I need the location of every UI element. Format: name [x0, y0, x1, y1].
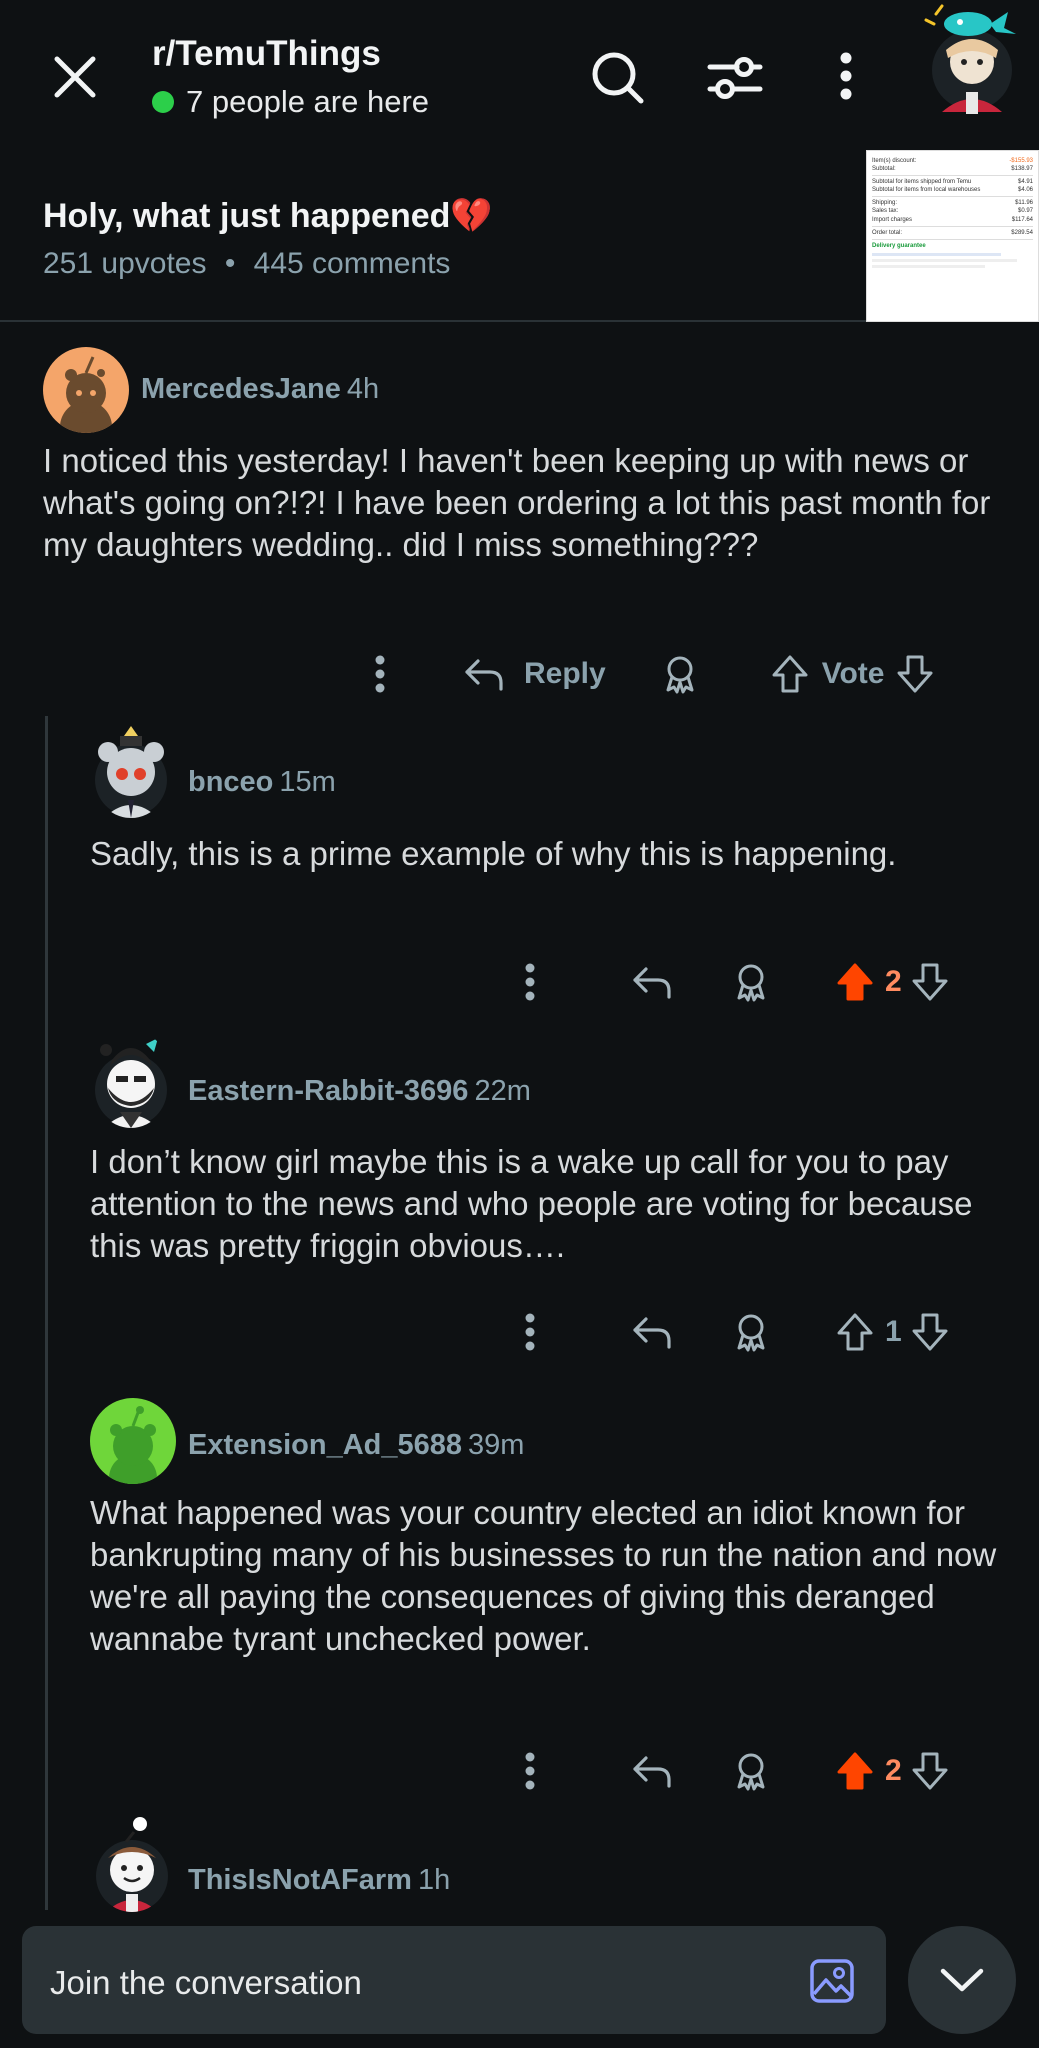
online-count: 7 people are here [152, 84, 429, 120]
post-comment-count: 445 comments [253, 247, 451, 280]
comment-header: MercedesJane 4h [141, 373, 379, 406]
online-status-dot [152, 91, 174, 113]
comment-username[interactable]: Extension_Ad_5688 [188, 1429, 462, 1461]
thumbnail-row: Shipping: $11.96 [872, 199, 1033, 207]
thumbnail-row-label: Order total: [872, 229, 903, 236]
thumbnail-row: Subtotal for items shipped from Temu $4.9… [872, 178, 1033, 186]
thumbnail-row: Order total: $289.54 [872, 229, 1033, 237]
award-icon[interactable] [729, 956, 773, 1008]
award-icon[interactable] [729, 1745, 773, 1797]
more-vertical-icon[interactable] [513, 956, 547, 1008]
comment-username[interactable]: bnceo [188, 766, 273, 798]
upvote-icon[interactable] [833, 1306, 877, 1358]
thumbnail-receipt: Item(s) discount: -$155.93 Subtotal: $138.9… [872, 157, 1033, 237]
comment-header: Extension_Ad_5688 39m [188, 1429, 524, 1462]
more-vertical-icon[interactable] [826, 50, 866, 102]
avatar[interactable] [90, 1398, 176, 1484]
thumbnail-row-value: $289.54 [1011, 229, 1033, 236]
sort-filter-icon[interactable] [703, 48, 767, 108]
thumbnail-row-value: $0.97 [1017, 208, 1033, 215]
downvote-icon[interactable] [908, 1306, 952, 1358]
vote-count: 2 [885, 965, 902, 998]
comment-actions: 2 [513, 956, 952, 1008]
thumbnail-row-label: Sales tax: [872, 208, 899, 215]
comment-time: 1h [417, 1864, 451, 1896]
comment-time: 15m [279, 766, 336, 798]
thumbnail-row: Subtotal: $138.97 [872, 165, 1033, 173]
thumbnail-row-label: Subtotal for items from local warehouses [872, 187, 981, 194]
award-icon[interactable] [658, 648, 702, 700]
comment-header: ThisIsNotAFarm 1h [188, 1864, 450, 1897]
comment-time: 4h [346, 373, 380, 405]
comment-username[interactable]: ThisIsNotAFarm [188, 1864, 412, 1896]
thumbnail-row: Import charges $117.64 [872, 216, 1033, 224]
thumbnail-row-value: -$155.93 [1009, 158, 1033, 164]
vote-count: 2 [885, 1754, 902, 1787]
upvote-icon-active[interactable] [833, 1745, 877, 1797]
comment-username[interactable]: Eastern-Rabbit-3696 [188, 1075, 468, 1107]
close-icon[interactable] [44, 46, 106, 108]
thumbnail-guarantee: Delivery guarantee [872, 242, 926, 249]
thumbnail-row-value: $138.97 [1011, 166, 1033, 173]
thumbnail-row-value: $4.91 [1017, 179, 1033, 186]
comment-body: What happened was your country elected a… [90, 1494, 997, 1657]
post-upvotes: 251 upvotes [43, 247, 207, 280]
thumbnail-row-value: $117.64 [1011, 216, 1033, 223]
thumbnail-row: Item(s) discount: -$155.93 [872, 157, 1033, 165]
comment-time: 39m [468, 1429, 525, 1461]
award-icon[interactable] [729, 1306, 773, 1358]
comment-body: Sadly, this is a prime example of why th… [90, 835, 897, 872]
comment-header: Eastern-Rabbit-3696 22m [188, 1075, 531, 1108]
more-vertical-icon[interactable] [360, 648, 400, 700]
post-stats: 251 upvotes • 445 comments [43, 247, 450, 281]
comment-username[interactable]: MercedesJane [141, 373, 341, 405]
subreddit-name[interactable]: r/TemuThings [152, 34, 381, 74]
thumbnail-row-label: Subtotal: [872, 166, 896, 173]
reply-button[interactable]: Reply [524, 657, 606, 691]
comment-body: I noticed this yesterday! I haven't been… [43, 442, 991, 563]
more-vertical-icon[interactable] [513, 1745, 547, 1797]
upvote-icon[interactable] [768, 648, 812, 700]
comment-header: bnceo 15m [188, 766, 336, 799]
thumbnail-row-label: Subtotal for items shipped from Temu [872, 179, 972, 186]
comment-actions: 2 [513, 1745, 952, 1797]
comment-time: 22m [474, 1075, 531, 1107]
avatar[interactable] [90, 1812, 174, 1912]
downvote-icon[interactable] [908, 956, 952, 1008]
user-avatar[interactable] [916, 0, 1020, 118]
post-thumbnail[interactable]: Item(s) discount: -$155.93 Subtotal: $138.9… [866, 150, 1039, 322]
online-count-text: 7 people are here [186, 84, 430, 119]
avatar[interactable] [90, 1030, 172, 1128]
composer-placeholder[interactable]: Join the conversation [50, 1964, 362, 2002]
thumbnail-row-value: $11.96 [1015, 200, 1033, 207]
post-title[interactable]: Holy, what just happened💔 [43, 196, 493, 236]
comment-actions: 1 [513, 1306, 952, 1358]
meta-separator: • [224, 247, 236, 280]
thumbnail-row-value: $4.06 [1017, 187, 1033, 194]
avatar[interactable] [43, 347, 129, 433]
chevron-down-icon[interactable] [908, 1926, 1016, 2034]
thumbnail-row: Sales tax: $0.97 [872, 207, 1033, 215]
thumbnail-row: Subtotal for items from local warehouses… [872, 186, 1033, 194]
reply-icon[interactable] [629, 956, 675, 1008]
thumbnail-row-label: Import charges [872, 216, 913, 223]
more-vertical-icon[interactable] [513, 1306, 547, 1358]
search-icon[interactable] [586, 46, 650, 110]
thumbnail-row-label: Item(s) discount: [872, 158, 917, 164]
downvote-icon[interactable] [893, 648, 937, 700]
reply-icon[interactable] [460, 648, 508, 700]
upvote-icon-active[interactable] [833, 956, 877, 1008]
thumbnail-row-label: Shipping: [872, 200, 898, 207]
downvote-icon[interactable] [908, 1745, 952, 1797]
comment-body: I don’t know girl maybe this is a wake u… [90, 1143, 973, 1264]
reply-icon[interactable] [629, 1306, 675, 1358]
top-app-bar [0, 0, 1039, 150]
avatar[interactable] [90, 722, 172, 818]
vote-button[interactable]: Vote [822, 657, 885, 691]
reply-icon[interactable] [629, 1745, 675, 1797]
image-icon[interactable] [806, 1955, 858, 2007]
vote-count: 1 [885, 1315, 902, 1348]
comment-actions: Reply Vote [360, 648, 937, 700]
thread-line[interactable] [45, 716, 48, 1910]
